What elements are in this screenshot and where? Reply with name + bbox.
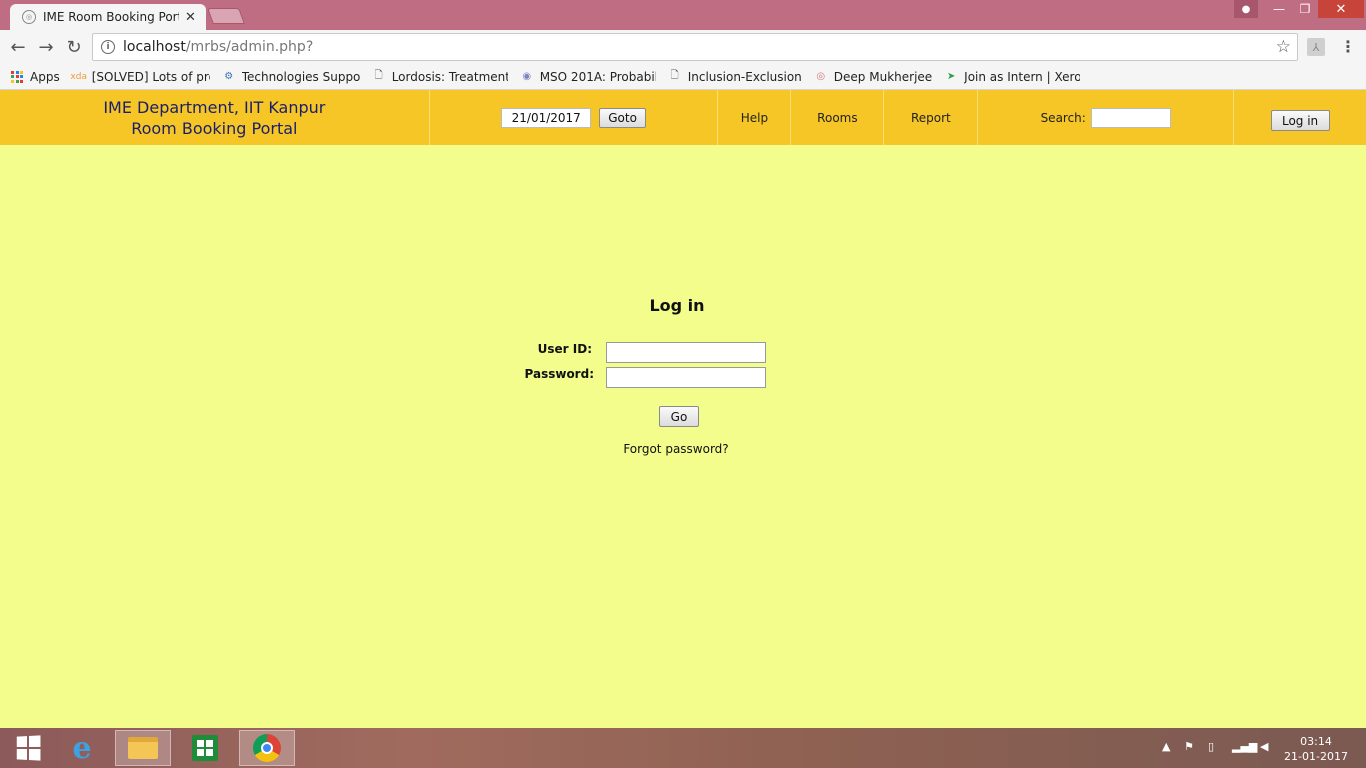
go-button[interactable]: Go xyxy=(659,406,699,427)
bookmark-label: Apps xyxy=(30,69,60,84)
chrome-icon xyxy=(253,734,281,762)
bookmark-label: Join as Intern | Xerox I xyxy=(964,69,1081,84)
site-title-line1: IME Department, IIT Kanpur xyxy=(103,97,326,117)
date-input[interactable] xyxy=(501,107,592,128)
start-button[interactable] xyxy=(0,730,56,766)
userid-field[interactable] xyxy=(606,342,766,363)
reload-icon[interactable]: ↻ xyxy=(62,35,86,59)
login-title: Log in xyxy=(649,296,705,315)
url-path: /mrbs/admin.php? xyxy=(185,39,314,55)
profile-icon: ◎ xyxy=(816,71,826,82)
bookmark-item[interactable]: xda [SOLVED] Lots of prob xyxy=(70,69,210,84)
bookmark-item[interactable]: 🗋 Lordosis: Treatment, E xyxy=(372,70,508,84)
taskbar-file-explorer[interactable] xyxy=(115,730,171,766)
site-favicon-icon: ◎ xyxy=(22,10,36,24)
window-close-button[interactable]: ✕ xyxy=(1318,0,1364,18)
password-label: Password: xyxy=(524,367,595,381)
bookmark-label: Technologies Support xyxy=(241,69,360,84)
site-logo[interactable]: IME Department, IIT Kanpur Room Booking … xyxy=(0,90,430,145)
bookmark-label: MSO 201A: Probabilit xyxy=(539,69,656,84)
bookmarks-bar: Apps xda [SOLVED] Lots of prob ⚙ Technol… xyxy=(0,64,1366,90)
nav-rooms-link[interactable]: Rooms xyxy=(791,90,885,145)
bookmark-item[interactable]: ◎ Deep Mukherjee xyxy=(814,70,932,84)
date-goto-form: Goto xyxy=(430,90,719,145)
bookmark-label: [SOLVED] Lots of prob xyxy=(91,69,210,84)
header-login-button[interactable]: Log in xyxy=(1270,110,1330,131)
battery-icon[interactable]: ▯ xyxy=(1208,740,1214,753)
header-login-area: Log in xyxy=(1234,90,1366,145)
bookmark-label: Deep Mukherjee xyxy=(833,69,933,84)
search-form: Search: xyxy=(978,90,1235,145)
pdf-extension-icon[interactable]: ⅄ xyxy=(1307,38,1325,56)
taskbar-ie[interactable]: e xyxy=(54,730,110,766)
back-arrow-icon[interactable]: ← xyxy=(6,35,30,59)
bookmark-apps[interactable]: Apps xyxy=(10,70,60,84)
bookmark-label: Lordosis: Treatment, E xyxy=(391,69,508,84)
forward-arrow-icon[interactable]: → xyxy=(34,35,58,59)
internet-explorer-icon: e xyxy=(72,730,92,766)
nav-report-link[interactable]: Report xyxy=(884,90,979,145)
clock-date: 21-01-2017 xyxy=(1284,750,1348,763)
goto-button[interactable]: Goto xyxy=(599,107,646,128)
window-minimize-button[interactable]: — xyxy=(1266,0,1292,18)
user-profile-icon[interactable]: ● xyxy=(1234,0,1258,18)
clock-time: 03:14 xyxy=(1300,735,1332,748)
browser-tab[interactable]: ◎ IME Room Booking Porta ✕ xyxy=(10,4,206,30)
bookmark-label: Inclusion-Exclusion xyxy=(687,69,802,84)
userid-label: User ID: xyxy=(537,342,592,356)
site-title-line2: Room Booking Portal xyxy=(131,118,298,138)
xda-icon: xda xyxy=(70,71,87,82)
page-icon: 🗋 xyxy=(374,70,383,81)
store-icon xyxy=(192,735,218,761)
bookmark-star-icon[interactable]: ☆ xyxy=(1276,37,1291,57)
page-icon: 🗋 xyxy=(670,70,679,81)
tech-icon: ⚙ xyxy=(224,71,234,82)
course-icon: ◉ xyxy=(522,71,532,82)
tab-title: IME Room Booking Porta xyxy=(43,10,179,24)
file-explorer-icon xyxy=(128,737,158,759)
info-icon[interactable]: i xyxy=(101,40,115,54)
browser-menu-icon[interactable]: ⋮ xyxy=(1340,37,1356,56)
windows-logo-icon xyxy=(16,735,41,761)
url-host: localhost xyxy=(123,39,186,55)
taskbar-chrome[interactable] xyxy=(239,730,295,766)
browser-titlebar: ◎ IME Room Booking Porta ✕ ● — ❐ ✕ xyxy=(0,0,1366,30)
nav-help-link[interactable]: Help xyxy=(718,90,792,145)
bookmark-item[interactable]: ➤ Join as Intern | Xerox I xyxy=(944,70,1080,84)
xerox-icon: ➤ xyxy=(946,71,956,82)
volume-icon[interactable]: ◀ xyxy=(1260,740,1268,753)
search-input[interactable] xyxy=(1090,107,1171,128)
search-label: Search: xyxy=(1040,110,1086,125)
show-hidden-icons-icon[interactable]: ▲ xyxy=(1162,740,1170,753)
site-header: IME Department, IIT Kanpur Room Booking … xyxy=(0,90,1366,145)
tab-close-icon[interactable]: ✕ xyxy=(185,10,196,25)
taskbar-clock[interactable]: 03:14 21-01-2017 xyxy=(1280,734,1352,764)
network-icon[interactable]: ▂▄▆ xyxy=(1232,740,1257,753)
action-center-icon[interactable]: ⚑ xyxy=(1184,740,1194,753)
os-taskbar: e ▲ ⚑ ▯ ▂▄▆ ◀ 03:14 21-01-2017 xyxy=(0,728,1366,768)
password-field[interactable] xyxy=(606,367,766,388)
browser-toolbar: ← → ↻ i localhost /mrbs/admin.php? ☆ ⅄ ⋮ xyxy=(0,30,1366,64)
apps-grid-icon xyxy=(10,70,24,84)
forgot-password-link[interactable]: Forgot password? xyxy=(0,442,1352,456)
address-bar[interactable]: i localhost /mrbs/admin.php? ☆ xyxy=(92,33,1298,61)
bookmark-item[interactable]: ⚙ Technologies Support xyxy=(222,69,360,84)
window-restore-button[interactable]: ❐ xyxy=(1292,0,1318,18)
taskbar-store[interactable] xyxy=(177,730,233,766)
new-tab-button[interactable] xyxy=(207,8,245,24)
bookmark-item[interactable]: ◉ MSO 201A: Probabilit xyxy=(520,69,656,84)
bookmark-item[interactable]: 🗋 Inclusion-Exclusion xyxy=(668,70,802,84)
